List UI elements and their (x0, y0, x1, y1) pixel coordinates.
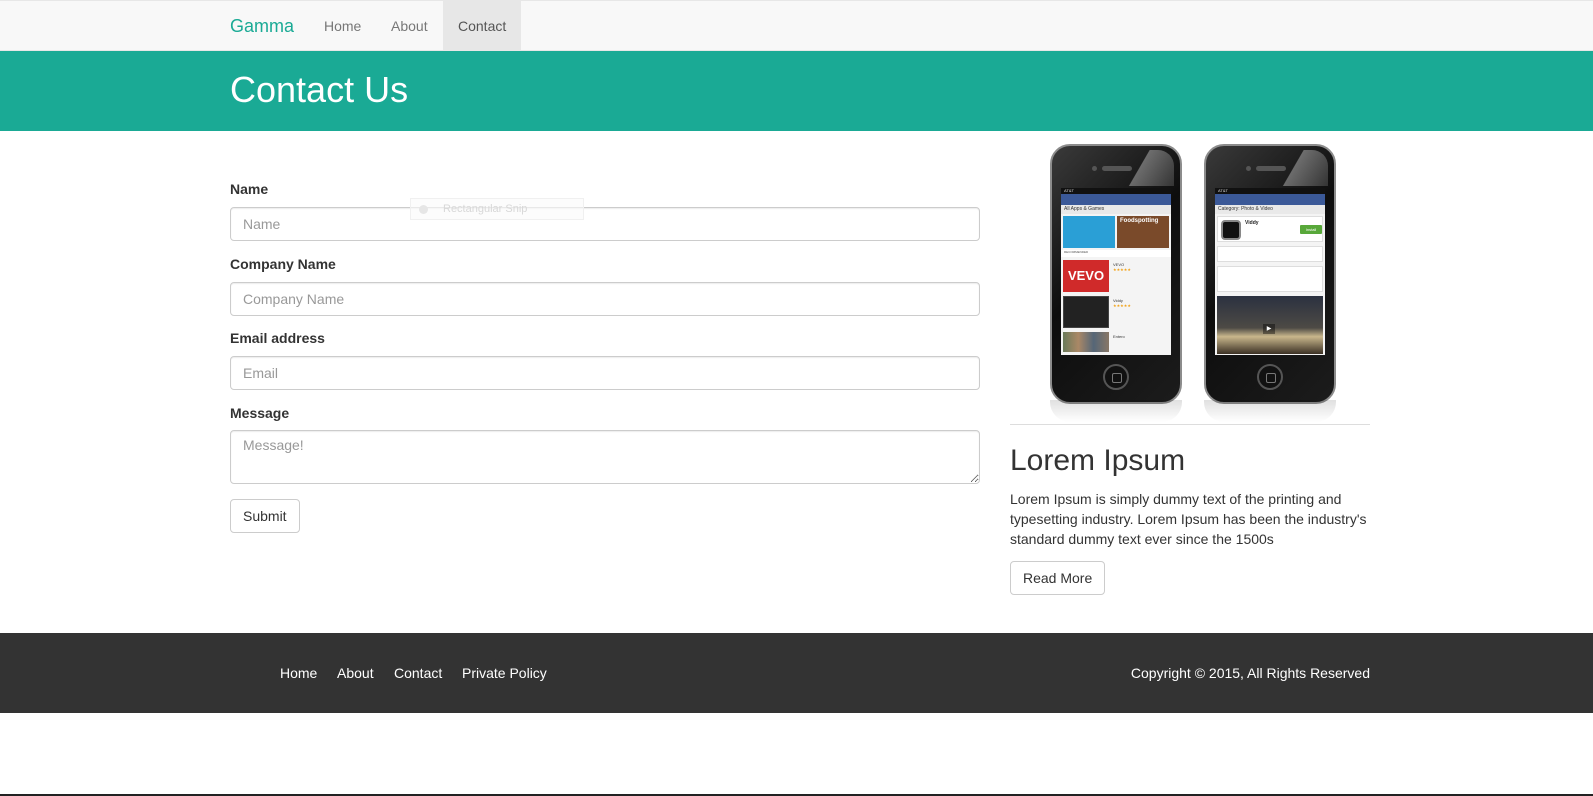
app-subbar: Category: Photo & Video (1215, 205, 1325, 214)
email-input[interactable] (230, 356, 980, 390)
viddy-logo (1063, 296, 1109, 328)
description-box (1217, 266, 1323, 292)
app-thumbnails (1063, 332, 1109, 352)
app-toolbar (1215, 194, 1325, 205)
nav-link-home[interactable]: Home (309, 1, 376, 51)
company-name-input[interactable] (230, 282, 980, 316)
navbar: Gamma Home About Contact (0, 0, 1593, 51)
info-box (1217, 246, 1323, 262)
page-title: Contact Us (230, 69, 409, 110)
footer-link-private-policy[interactable]: Private Policy (462, 665, 547, 681)
copyright-text: Copyright © 2015, All Rights Reserved (1130, 665, 1370, 681)
snip-label: Rectangular Snip (443, 203, 528, 215)
nav-link-about[interactable]: About (376, 1, 443, 51)
app-listing-viddy: Viddy ★★★★★ (1113, 298, 1169, 308)
footer-link-contact[interactable]: Contact (394, 665, 442, 681)
name-input[interactable] (230, 207, 980, 241)
company-name-label: Company Name (230, 256, 336, 272)
message-label: Message (230, 405, 290, 421)
vevo-logo: VEVO (1063, 260, 1109, 292)
header-band: Contact Us (0, 51, 1593, 131)
phone-left: AT&T All Apps & Games Foodspotting RECOM… (1050, 144, 1182, 404)
side-heading: Lorem Ipsum (1010, 444, 1186, 477)
message-textarea[interactable] (230, 430, 980, 484)
footer: Home About Contact Private Policy Copyri… (0, 633, 1593, 713)
home-button-icon (1257, 364, 1283, 390)
nav-link-contact[interactable]: Contact (443, 1, 522, 51)
snip-icon (419, 205, 428, 214)
phone-reflection (1204, 400, 1336, 422)
viddy-icon (1221, 220, 1241, 240)
glare (1273, 150, 1328, 186)
app-subbar: All Apps & Games (1061, 205, 1171, 214)
phone-screen: AT&T Category: Photo & Video Viddy Insta… (1215, 188, 1325, 355)
phones-image: AT&T All Apps & Games Foodspotting RECOM… (1010, 138, 1370, 426)
app-listing-entero: Entero (1113, 334, 1169, 339)
read-more-button[interactable]: Read More (1010, 561, 1106, 595)
star-rating-icon: ★★★★★ (1113, 303, 1131, 308)
tabs-row: RECOMMENDED (1061, 250, 1171, 257)
brand-link[interactable]: Gamma (230, 16, 294, 37)
glare (1119, 150, 1174, 186)
promo-tile (1063, 216, 1115, 248)
footer-link-about[interactable]: About (337, 665, 374, 681)
promo-tile-foodspotting: Foodspotting (1117, 216, 1169, 248)
app-toolbar (1061, 194, 1171, 205)
install-badge: Install (1300, 225, 1322, 234)
submit-button[interactable]: Submit (230, 499, 300, 533)
camera-icon (1092, 166, 1097, 171)
star-rating-icon: ★★★★★ (1113, 267, 1131, 272)
phone-right: AT&T Category: Photo & Video Viddy Insta… (1204, 144, 1336, 404)
footer-link-home[interactable]: Home (280, 665, 317, 681)
phone-reflection (1050, 400, 1182, 422)
divider (1010, 424, 1370, 425)
app-name: Viddy (1245, 220, 1259, 226)
home-button-icon (1103, 364, 1129, 390)
phone-screen: AT&T All Apps & Games Foodspotting RECOM… (1061, 188, 1171, 355)
video-preview: ▶ (1217, 296, 1323, 354)
app-listing-vevo: VEVO ★★★★★ (1113, 262, 1169, 272)
camera-icon (1246, 166, 1251, 171)
email-label: Email address (230, 330, 325, 346)
name-label: Name (230, 181, 269, 197)
app-name: Entero (1113, 334, 1125, 339)
side-text: Lorem Ipsum is simply dummy text of the … (1010, 491, 1367, 547)
play-icon: ▶ (1263, 324, 1275, 334)
snip-overlay: Rectangular Snip (410, 198, 584, 220)
app-card: Viddy Install (1217, 216, 1323, 242)
